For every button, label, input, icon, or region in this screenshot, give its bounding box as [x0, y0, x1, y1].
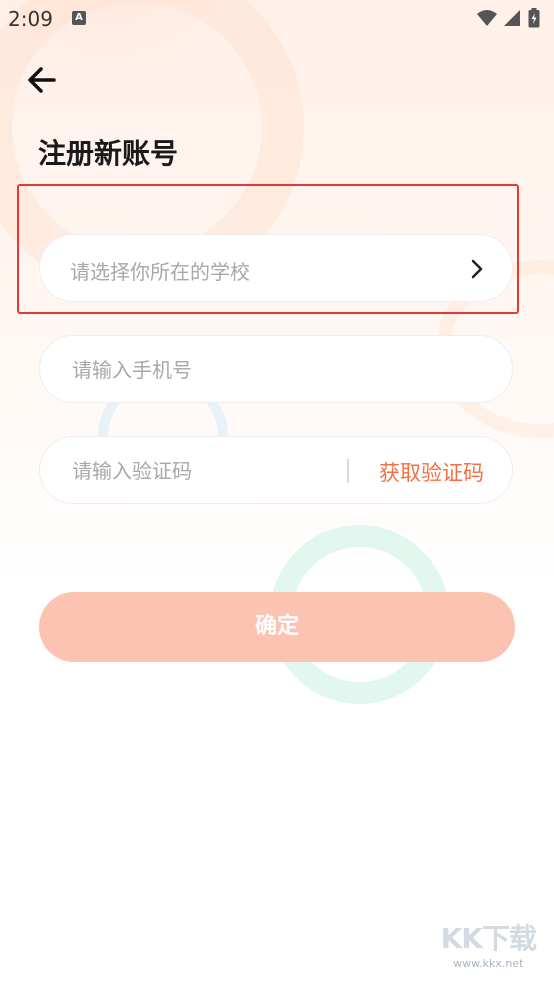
phone-input[interactable]	[70, 354, 354, 386]
code-input[interactable]	[70, 455, 354, 487]
battery-icon	[528, 8, 540, 28]
notification-icon: A	[72, 11, 86, 25]
back-button[interactable]	[26, 64, 58, 100]
phone-field	[39, 335, 513, 403]
back-arrow-icon	[28, 67, 56, 93]
wifi-icon	[477, 10, 497, 26]
field-divider	[347, 459, 349, 483]
highlight-box	[17, 184, 519, 314]
confirm-button[interactable]: 确定	[39, 592, 515, 662]
status-time: 2:09	[8, 7, 53, 31]
page-title: 注册新账号	[38, 137, 179, 170]
watermark-logo: KK下载	[440, 922, 537, 955]
watermark-url: www.kkx.net	[453, 957, 524, 970]
signal-icon	[504, 10, 520, 26]
code-field: 获取验证码	[39, 436, 513, 504]
get-code-button[interactable]: 获取验证码	[379, 457, 484, 487]
status-bar: 2:09 A	[0, 0, 554, 40]
watermark: KK下载 www.kkx.net	[440, 917, 537, 970]
